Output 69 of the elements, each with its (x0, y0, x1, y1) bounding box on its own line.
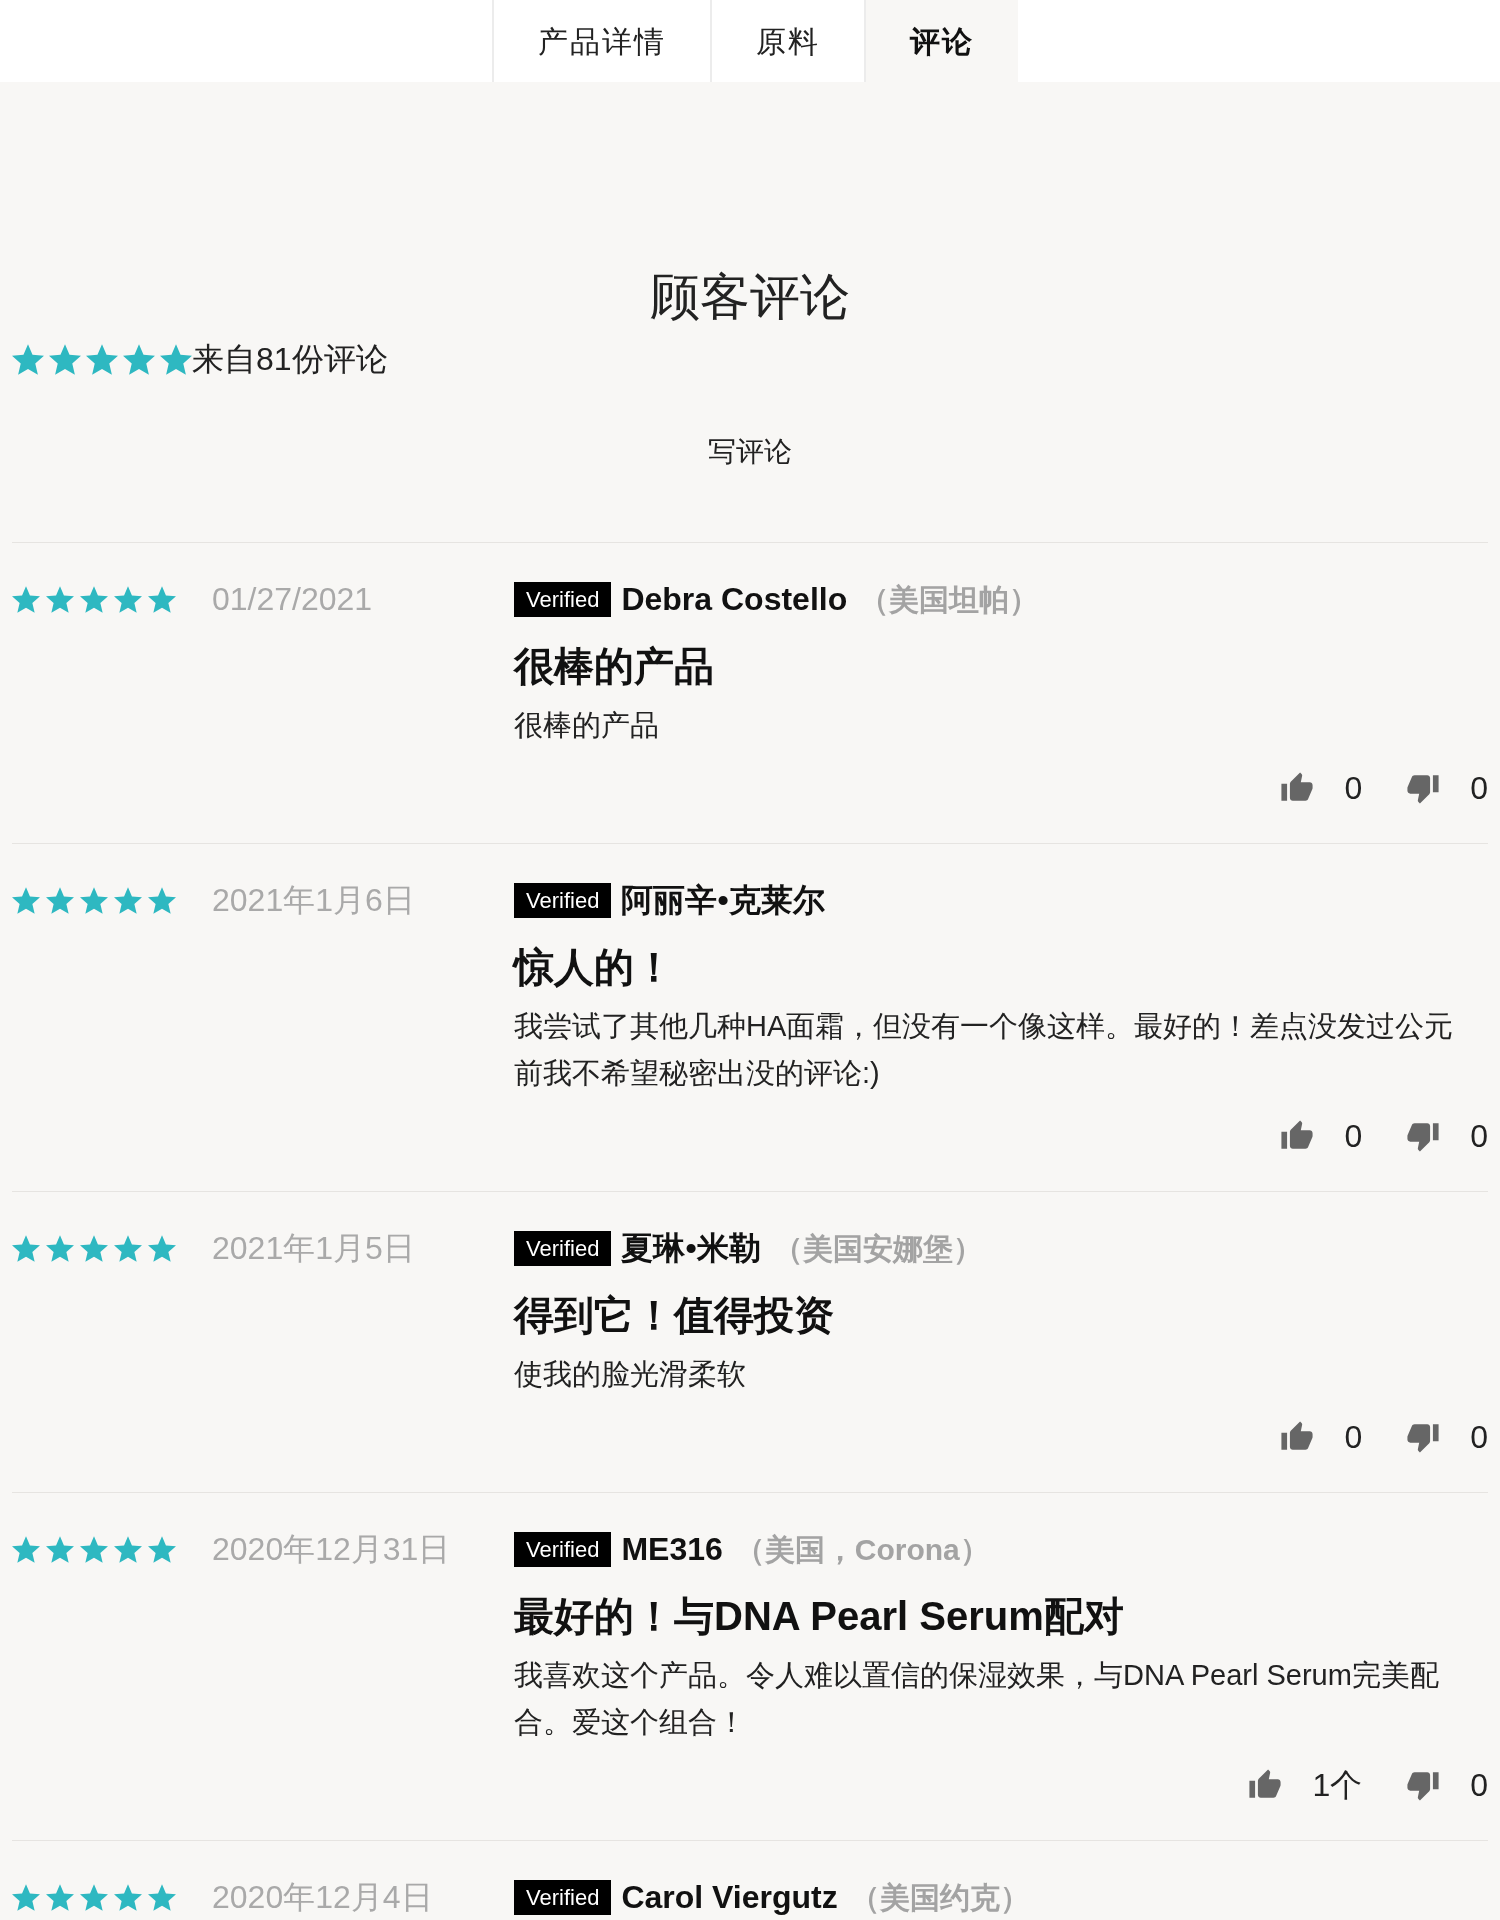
reviewer-name: Carol Viergutz (621, 1878, 838, 1917)
review-text: 很棒的产品 (514, 708, 660, 743)
star-icon (123, 343, 155, 375)
star-icon (114, 585, 142, 613)
star-icon (114, 886, 142, 914)
star-icon (49, 343, 81, 375)
review-date: 2021年1月6日 (212, 881, 415, 920)
helpful-button[interactable]: 0 (1280, 764, 1363, 812)
unhelpful-button[interactable]: 0 (1406, 1761, 1488, 1809)
review-date: 01/27/2021 (212, 580, 373, 619)
unhelpful-button[interactable]: 0 (1406, 764, 1488, 812)
review-title: 得到它！值得投资 (514, 1292, 835, 1339)
star-icon (148, 1234, 176, 1262)
review-date: 2020年12月4日 (212, 1878, 433, 1917)
star-icon (46, 1234, 74, 1262)
star-icon (46, 1883, 74, 1911)
star-icon (148, 1535, 176, 1563)
star-icon (160, 343, 192, 375)
star-icon (12, 1234, 40, 1262)
unhelpful-button[interactable]: 0 (1406, 1413, 1488, 1461)
star-icon (12, 343, 44, 375)
star-icon (12, 585, 40, 613)
star-icon (80, 1535, 108, 1563)
reviewer-location: （美国坦帕） (859, 581, 1040, 618)
section-title: 顾客评论 (650, 268, 850, 327)
write-review-link[interactable]: 写评论 (708, 434, 792, 470)
reviewer-name: 夏琳•米勒 (621, 1229, 761, 1268)
star-icon (80, 585, 108, 613)
verified-badge: Verified (514, 1531, 612, 1567)
star-icon (46, 585, 74, 613)
review-title: 惊人的！ (514, 944, 675, 991)
helpful-button[interactable]: 0 (1280, 1112, 1363, 1160)
reviewer-location: （美国，Corona） (734, 1531, 990, 1568)
review-text: 我尝试了其他几种HA面霜，但没有一个像这样。最好的！差点没发过公元前我不希望秘密出没的评论:) (514, 1009, 1455, 1091)
review-title: 很棒的产品 (514, 643, 715, 690)
reviewer-name: Debra Costello (621, 580, 848, 619)
star-icon (148, 585, 176, 613)
helpful-button[interactable]: 1个 (1248, 1761, 1363, 1809)
review-date: 2021年1月5日 (212, 1229, 415, 1268)
star-icon (46, 886, 74, 914)
star-icon (80, 886, 108, 914)
review-text: 我喜欢这个产品。令人难以置信的保湿效果，与DNA Pearl Serum完美配合。爱这个组合！ (514, 1658, 1440, 1740)
review-text: 使我的脸光滑柔软 (514, 1357, 747, 1392)
star-icon (114, 1234, 142, 1262)
review-date: 2020年12月31日 (212, 1530, 451, 1569)
verified-badge: Verified (514, 882, 612, 918)
star-icon (12, 1535, 40, 1563)
verified-badge: Verified (514, 1879, 612, 1915)
review-count: 来自81份评论 (192, 340, 388, 379)
review-title: 最好的！与DNA Pearl Serum配对 (514, 1593, 1125, 1640)
star-icon (114, 1535, 142, 1563)
star-icon (148, 886, 176, 914)
star-icon (114, 1883, 142, 1911)
star-icon (12, 886, 40, 914)
verified-badge: Verified (514, 1230, 612, 1266)
reviewer-name: ME316 (621, 1530, 723, 1569)
verified-badge: Verified (514, 581, 612, 617)
reviewer-location: （美国安娜堡） (772, 1230, 983, 1267)
star-icon (12, 1883, 40, 1911)
star-icon (80, 1883, 108, 1911)
unhelpful-button[interactable]: 0 (1406, 1112, 1488, 1160)
reviewer-name: 阿丽辛•克莱尔 (621, 881, 825, 920)
tab[interactable]: 评论 (864, 0, 1018, 82)
star-icon (80, 1234, 108, 1262)
star-icon (46, 1535, 74, 1563)
reviewer-location: （美国约克） (849, 1879, 1030, 1916)
star-icon (148, 1883, 176, 1911)
star-icon (86, 343, 118, 375)
helpful-button[interactable]: 0 (1280, 1413, 1363, 1461)
